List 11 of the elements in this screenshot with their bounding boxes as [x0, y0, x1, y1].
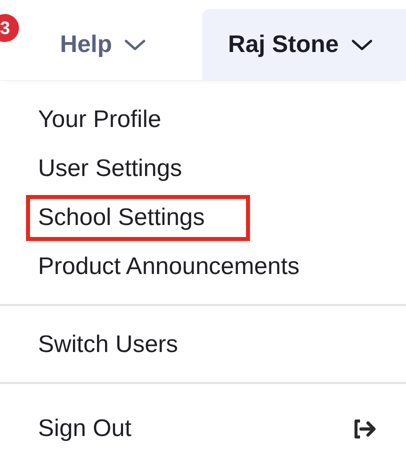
menu-item[interactable]: Switch Users: [0, 320, 406, 369]
user-menu-button[interactable]: Raj Stone: [202, 9, 406, 80]
menu-item[interactable]: Product Announcements: [0, 242, 406, 291]
chevron-down-icon: [350, 38, 373, 52]
menu-item[interactable]: School Settings: [28, 197, 248, 239]
chevron-down-icon: [124, 38, 146, 52]
sign-out-item[interactable]: Sign Out: [0, 404, 406, 453]
help-menu-button[interactable]: Help: [52, 9, 154, 80]
menu-item[interactable]: User Settings: [0, 144, 406, 193]
menu-item[interactable]: Your Profile: [0, 95, 406, 144]
notification-badge: 3: [0, 14, 19, 42]
